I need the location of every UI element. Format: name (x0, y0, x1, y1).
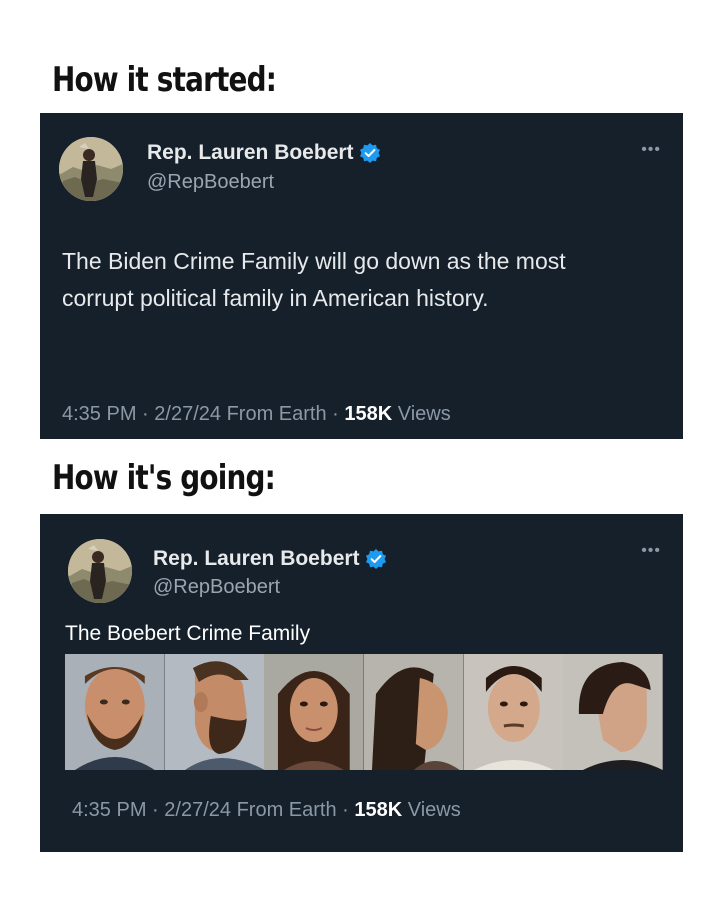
tweet-card-2[interactable]: Rep. Lauren Boebert @RepBoebert ••• The … (40, 514, 683, 852)
mugshot-photo[interactable] (463, 654, 564, 770)
user-handle[interactable]: @RepBoebert (153, 576, 280, 599)
mugshot-photo[interactable] (264, 654, 365, 770)
caption-how-its-going: How it's going: (52, 458, 276, 498)
avatar[interactable] (68, 539, 132, 603)
mugshot-photo[interactable] (364, 654, 464, 770)
separator: · (152, 799, 165, 821)
user-handle[interactable]: @RepBoebert (147, 171, 274, 194)
mugshot-photo[interactable] (164, 654, 265, 770)
views-count[interactable]: 158K (344, 403, 392, 425)
views-label: Views (407, 799, 461, 821)
more-options-icon[interactable]: ••• (641, 141, 661, 159)
tweet-source: From Earth (236, 799, 337, 821)
separator: · (342, 799, 355, 821)
tweet-time[interactable]: 4:35 PM (72, 799, 146, 821)
tweet-date[interactable]: 2/27/24 (164, 799, 231, 821)
photo-strip[interactable] (65, 654, 664, 770)
avatar[interactable] (59, 137, 123, 201)
display-name[interactable]: Rep. Lauren Boebert (153, 547, 360, 571)
display-name[interactable]: Rep. Lauren Boebert (147, 141, 354, 165)
separator: · (332, 403, 345, 425)
tweet-card-1[interactable]: Rep. Lauren Boebert @RepBoebert ••• The … (40, 113, 683, 439)
tweet-text: The Biden Crime Family will go down as t… (62, 248, 566, 311)
more-options-icon[interactable]: ••• (641, 542, 661, 560)
tweet-meta: 4:35 PM · 2/27/24 From Earth · 158K View… (72, 799, 461, 822)
tweet-text: The Boebert Crime Family (65, 622, 311, 645)
mugshot-photo[interactable] (563, 654, 664, 770)
display-name-row[interactable]: Rep. Lauren Boebert (153, 547, 386, 571)
display-name-row[interactable]: Rep. Lauren Boebert (147, 141, 380, 165)
separator: · (142, 403, 155, 425)
caption-how-it-started: How it started: (52, 60, 277, 100)
verified-badge-icon (359, 143, 380, 163)
tweet-source: From Earth (226, 403, 327, 425)
views-count[interactable]: 158K (354, 799, 402, 821)
tweet-date[interactable]: 2/27/24 (154, 403, 221, 425)
mugshot-photo[interactable] (65, 654, 165, 770)
tweet-meta: 4:35 PM · 2/27/24 From Earth · 158K View… (62, 403, 451, 426)
verified-badge-icon (365, 549, 386, 569)
views-label: Views (397, 403, 451, 425)
tweet-time[interactable]: 4:35 PM (62, 403, 136, 425)
